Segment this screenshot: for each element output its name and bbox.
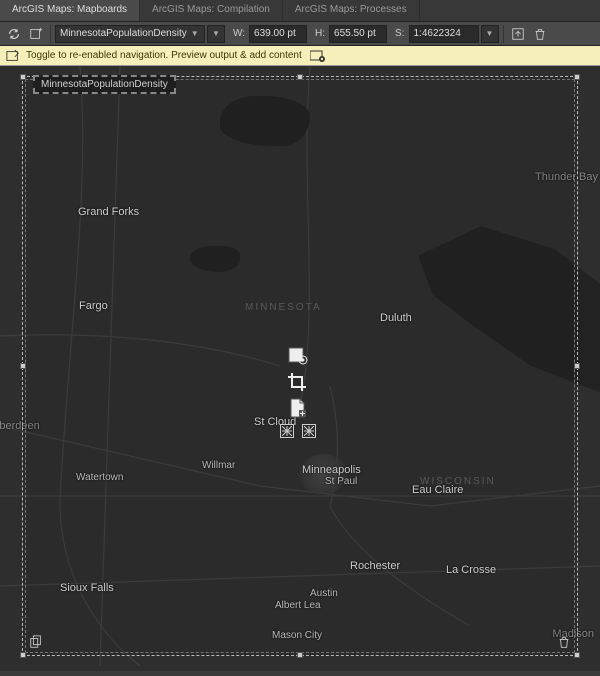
grid-icon-a[interactable] [280,424,294,438]
toolbar: MinnesotaPopulationDensity ▼ ▼ W: H: S: … [0,22,600,46]
artboard-title[interactable]: MinnesotaPopulationDensity [33,75,176,94]
export-icon[interactable] [508,24,528,44]
width-input[interactable] [249,25,307,43]
grid-icons-row [280,424,316,438]
tab-processes[interactable]: ArcGIS Maps: Processes [283,0,420,21]
chevron-down-icon: ▼ [486,29,494,38]
chevron-down-icon: ▼ [212,29,220,38]
page-add-icon[interactable] [287,398,309,418]
resize-handle-w[interactable] [20,363,26,369]
width-label: W: [233,28,245,39]
notice-text: Toggle to re-enabled navigation. Preview… [26,50,302,61]
delete-icon[interactable] [530,24,550,44]
trash-icon[interactable] [557,635,571,649]
map-canvas[interactable]: MINNESOTA WISCONSIN Grand Forks Thunder … [0,66,600,671]
chevron-down-icon: ▼ [191,29,199,38]
height-input[interactable] [329,25,387,43]
tab-compilation[interactable]: ArcGIS Maps: Compilation [140,0,283,21]
resize-handle-nw[interactable] [20,74,26,80]
scale-label: S: [395,28,404,39]
crop-icon[interactable] [287,372,309,392]
document-dropdown[interactable]: MinnesotaPopulationDensity ▼ [55,25,205,43]
notice-bar: Toggle to re-enabled navigation. Preview… [0,46,600,66]
tab-mapboards[interactable]: ArcGIS Maps: Mapboards [0,0,140,21]
resize-handle-sw[interactable] [20,652,26,658]
document-dropdown-text: MinnesotaPopulationDensity [60,28,191,39]
resize-handle-s[interactable] [297,652,303,658]
resize-handle-se[interactable] [574,652,580,658]
toggle-nav-icon[interactable] [6,49,20,63]
scale-input[interactable] [409,25,479,43]
document-dropdown-extra[interactable]: ▼ [207,25,225,43]
resize-handle-n[interactable] [297,74,303,80]
resize-handle-ne[interactable] [574,74,580,80]
height-label: H: [315,28,325,39]
preview-icon[interactable] [310,50,326,62]
panel-tabs: ArcGIS Maps: Mapboards ArcGIS Maps: Comp… [0,0,600,22]
copy-layers-icon[interactable] [29,635,43,649]
scale-dropdown[interactable]: ▼ [481,25,499,43]
grid-icon-b[interactable] [302,424,316,438]
resize-handle-e[interactable] [574,363,580,369]
layer-settings-icon[interactable] [287,346,309,366]
map-tool-icons [280,346,316,438]
add-map-icon[interactable] [26,24,46,44]
sync-icon[interactable] [4,24,24,44]
